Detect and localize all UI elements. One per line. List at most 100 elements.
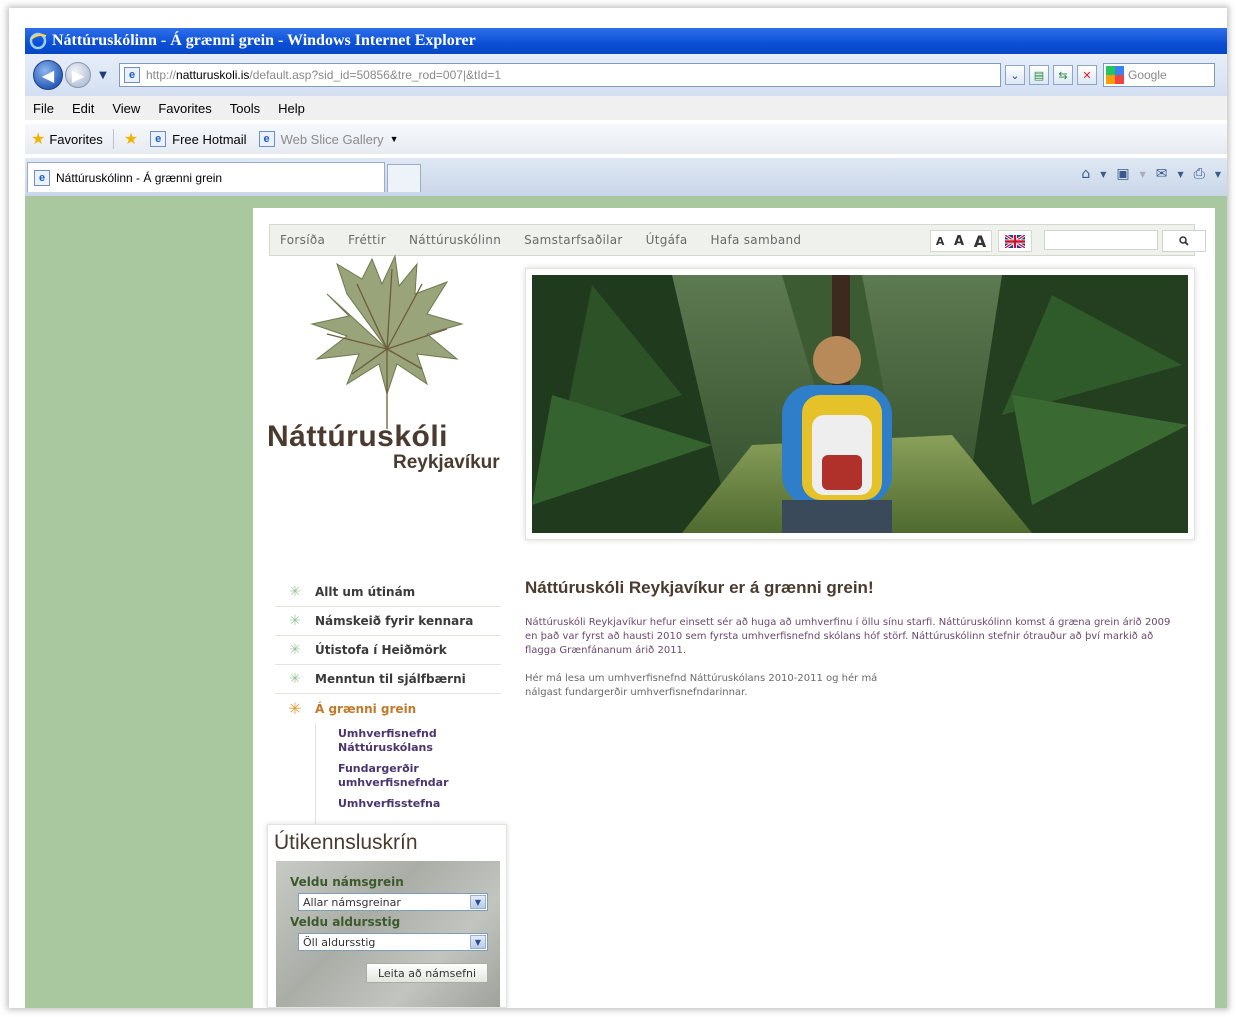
chevron-down-icon[interactable]: ▼ xyxy=(1100,170,1106,179)
subnav-item[interactable]: Fundargerðir umhverfisnefndar xyxy=(338,762,449,790)
sun-bullet-icon: ✳ xyxy=(288,699,302,718)
age-select-value: Öll aldursstig xyxy=(303,935,376,949)
chevron-down-icon[interactable]: ▼ xyxy=(1140,170,1146,179)
site-search-input[interactable] xyxy=(1044,230,1158,250)
font-medium-button[interactable]: A xyxy=(954,234,964,249)
tab-active[interactable]: e Náttúruskólinn - Á grænni grein xyxy=(27,162,385,192)
sun-bullet-icon: ✳ xyxy=(289,671,301,687)
left-nav-item-active[interactable]: ✳ Á grænni grein xyxy=(275,694,501,723)
site-navbar: Forsíða Fréttir Náttúruskólinn Samstarfs… xyxy=(269,224,1206,256)
left-nav-label: Á grænni grein xyxy=(315,701,417,716)
hero-photo xyxy=(532,275,1188,533)
page-icon: e xyxy=(124,67,140,83)
chevron-down-icon[interactable]: ▼ xyxy=(1177,170,1183,179)
article-paragraph-links[interactable]: Hér má lesa um umhverfisnefnd Náttúruskó… xyxy=(525,672,915,700)
back-button[interactable]: ◀ xyxy=(33,60,63,90)
nav-natturuskolinn[interactable]: Náttúruskólinn xyxy=(409,233,501,247)
search-icon xyxy=(1179,236,1189,246)
chevron-down-icon: ▼ xyxy=(470,935,486,949)
home-icon[interactable]: ⌂ xyxy=(1081,166,1090,182)
feeds-icon[interactable]: ▣ xyxy=(1116,166,1129,182)
subject-select-value: Allar námsgreinar xyxy=(303,895,401,909)
search-materials-button[interactable]: Leita að námsefni xyxy=(366,963,488,983)
new-tab-button[interactable] xyxy=(387,164,421,192)
google-icon xyxy=(1106,66,1124,84)
font-size-controls: A A A xyxy=(930,230,992,252)
url-path: /default.asp?sid_id=50856&tre_rod=007|&t… xyxy=(249,68,502,82)
english-flag-button[interactable] xyxy=(998,230,1032,252)
chevron-down-icon[interactable]: ▼ xyxy=(390,134,399,144)
screenshot-frame: Náttúruskólinn - Á grænni grein - Window… xyxy=(9,8,1227,1008)
nav-samstarfsadilar[interactable]: Samstarfsaðilar xyxy=(524,233,623,247)
search-box[interactable]: Google xyxy=(1103,63,1215,87)
toolbar-separator xyxy=(112,129,114,149)
site-logo[interactable]: Náttúruskóli Reykjavíkur xyxy=(267,254,515,484)
favorites-bar: ★ Favorites ★ e Free Hotmail e Web Slice… xyxy=(25,124,1227,154)
left-nav-item[interactable]: ✳ Útistofa í Heiðmörk xyxy=(275,636,501,665)
subject-select[interactable]: Allar námsgreinar ▼ xyxy=(298,893,488,911)
menu-tools[interactable]: Tools xyxy=(230,101,260,116)
refresh-icon: ⇆ xyxy=(1058,68,1068,82)
outdoor-teaching-widget: Útikennsluskrín Veldu námsgrein Allar ná… xyxy=(267,824,507,1008)
compatibility-button[interactable]: ▤ xyxy=(1029,65,1049,85)
left-nav-item[interactable]: ✳ Námskeið fyrir kennara xyxy=(275,607,501,636)
add-favorite-icon[interactable]: ★ xyxy=(124,129,138,149)
sun-bullet-icon: ✳ xyxy=(289,613,301,629)
site-search-button[interactable] xyxy=(1162,230,1206,252)
close-icon: ✕ xyxy=(1082,68,1092,82)
brand-name: Náttúruskóli xyxy=(267,420,449,453)
menu-view[interactable]: View xyxy=(112,101,140,116)
left-subnav: Umhverfisnefnd Náttúruskólans Fundargerð… xyxy=(315,723,501,824)
menu-help[interactable]: Help xyxy=(278,101,305,116)
nav-forsida[interactable]: Forsíða xyxy=(280,233,325,247)
sun-bullet-icon: ✳ xyxy=(289,642,301,658)
page-viewport: Forsíða Fréttir Náttúruskólinn Samstarfs… xyxy=(25,196,1227,1008)
article-heading: Náttúruskóli Reykjavíkur er á grænni gre… xyxy=(525,578,874,597)
left-nav-item[interactable]: ✳ Menntun til sjálfbærni xyxy=(275,665,501,694)
menu-file[interactable]: File xyxy=(33,101,54,116)
print-icon[interactable]: ⎙ xyxy=(1194,166,1205,182)
favorite-link-web-slice[interactable]: Web Slice Gallery xyxy=(281,132,384,147)
history-dropdown-icon[interactable]: ▼ xyxy=(97,70,109,81)
site-page: Forsíða Fréttir Náttúruskólinn Samstarfs… xyxy=(253,208,1215,1008)
nav-utgafa[interactable]: Útgáfa xyxy=(646,233,688,247)
sun-bullet-icon: ✳ xyxy=(289,584,301,600)
left-nav-label: Menntun til sjálfbærni xyxy=(315,672,466,686)
ie-logo-icon xyxy=(29,32,47,50)
menu-bar: File Edit View Favorites Tools Help xyxy=(25,96,1227,120)
menu-favorites[interactable]: Favorites xyxy=(158,101,211,116)
subnav-item[interactable]: Umhverfisstefna xyxy=(338,797,501,811)
tab-label: Náttúruskólinn - Á grænni grein xyxy=(56,170,223,185)
leaf-logo-icon xyxy=(310,254,464,429)
address-dropdown-button[interactable]: ⌄ xyxy=(1005,65,1025,85)
compatibility-icon: ▤ xyxy=(1033,68,1045,82)
forward-button[interactable]: ▶ xyxy=(65,62,91,88)
subject-label: Veldu námsgrein xyxy=(290,875,404,889)
nav-hafa-samband[interactable]: Hafa samband xyxy=(710,233,801,247)
hotmail-link-icon: e xyxy=(150,131,167,147)
nav-frettir[interactable]: Fréttir xyxy=(348,233,386,247)
age-select[interactable]: Öll aldursstig ▼ xyxy=(298,933,488,951)
chevron-down-icon[interactable]: ▼ xyxy=(1215,170,1221,179)
address-bar[interactable]: e http://natturuskoli.is/default.asp?sid… xyxy=(119,63,1001,87)
left-nav-item[interactable]: ✳ Allt um útinám xyxy=(275,578,501,607)
favorite-link-hotmail[interactable]: Free Hotmail xyxy=(172,132,246,147)
stop-button[interactable]: ✕ xyxy=(1077,65,1097,85)
refresh-button[interactable]: ⇆ xyxy=(1053,65,1073,85)
left-nav-label: Útistofa í Heiðmörk xyxy=(315,643,447,657)
font-large-button[interactable]: A xyxy=(974,232,986,251)
main-article: Náttúruskóli Reykjavíkur er á grænni gre… xyxy=(525,578,1185,714)
tab-bar: e Náttúruskólinn - Á grænni grein ⌂ ▼ ▣ … xyxy=(25,158,1227,196)
chevron-down-icon: ⌄ xyxy=(1010,68,1020,82)
mail-icon[interactable]: ✉ xyxy=(1156,166,1168,182)
left-navigation: ✳ Allt um útinám ✳ Námskeið fyrir kennar… xyxy=(275,578,501,824)
search-placeholder: Google xyxy=(1128,68,1167,82)
widget-title: Útikennsluskrín xyxy=(274,831,418,854)
window-titlebar: Náttúruskólinn - Á grænni grein - Window… xyxy=(25,28,1227,54)
subnav-item[interactable]: Umhverfisnefnd Náttúruskólans xyxy=(338,727,448,755)
favorites-button[interactable]: Favorites xyxy=(49,132,102,147)
address-row: ◀ ▶ ▼ e http://natturuskoli.is/default.a… xyxy=(25,54,1227,96)
font-small-button[interactable]: A xyxy=(936,235,945,248)
menu-edit[interactable]: Edit xyxy=(72,101,94,116)
uk-flag-icon xyxy=(1005,234,1025,248)
